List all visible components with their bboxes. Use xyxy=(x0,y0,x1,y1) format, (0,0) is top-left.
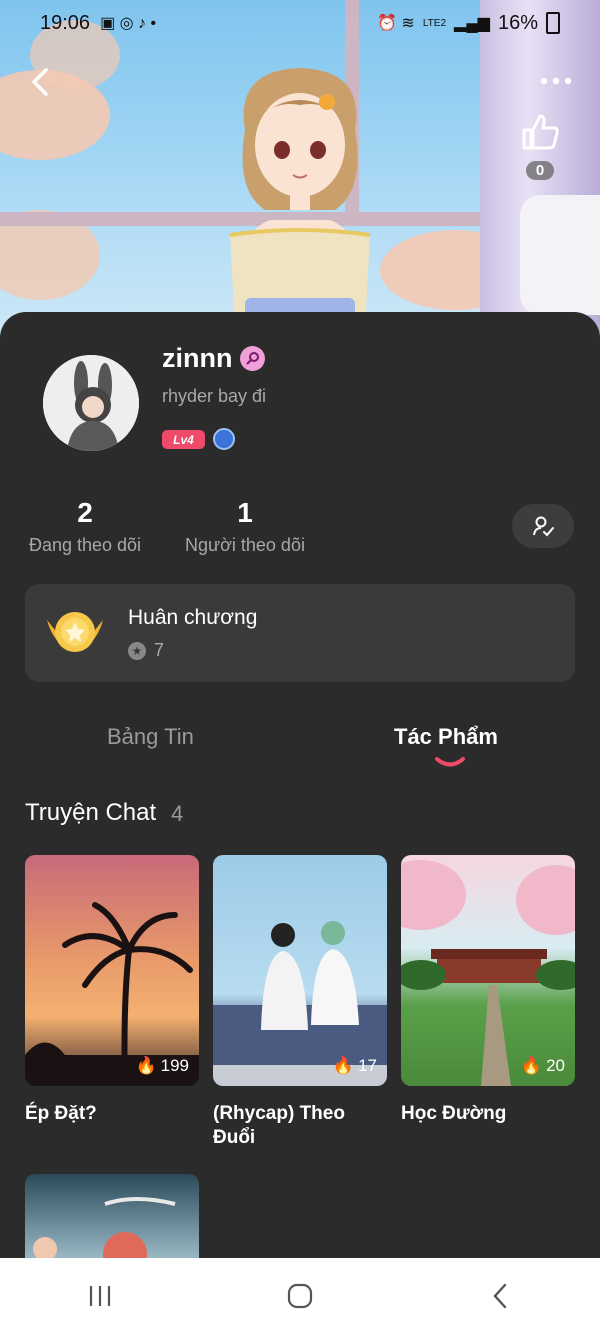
like-count: 0 xyxy=(525,161,555,180)
fire-icon: 🔥 xyxy=(520,1056,543,1075)
battery-icon xyxy=(546,12,560,34)
back-arrow-icon xyxy=(493,1283,507,1308)
story-thumbnail xyxy=(25,1174,199,1258)
section-count: 4 xyxy=(171,801,184,826)
section-title: Truyện Chat xyxy=(25,799,157,826)
story-view-count: 17 xyxy=(358,1056,377,1075)
alarm-wifi-icons: ⏰ ≋ xyxy=(377,15,415,32)
story-card[interactable]: 🔥 17 (Rhycap) Theo Đuổi xyxy=(213,855,387,1150)
followers-stat[interactable]: 1 Người theo dõi xyxy=(180,497,310,556)
notification-icons: ▣ ◎ ♪ • xyxy=(100,15,157,32)
story-thumbnail: 🔥 199 xyxy=(25,855,199,1086)
story-view-count: 199 xyxy=(160,1056,189,1075)
profile-name: zinnn xyxy=(162,343,233,373)
tab-works[interactable]: Tác Phẩm xyxy=(394,724,498,750)
story-title: Học Đường xyxy=(401,1103,507,1124)
medal-icon xyxy=(47,612,103,652)
star-icon: ★ xyxy=(128,641,146,660)
story-title: Ép Đặt? xyxy=(25,1103,97,1124)
story-title: (Rhycap) Theo Đuổi xyxy=(213,1103,345,1148)
followers-count: 1 xyxy=(237,497,253,528)
medal-count: 7 xyxy=(154,640,165,660)
status-right: ⏰ ≋ LTE2 ▂▄▆ 16% xyxy=(377,12,560,35)
follow-button[interactable] xyxy=(512,504,574,548)
level-badge[interactable]: Lv4 xyxy=(162,430,205,449)
school-scene-illustration xyxy=(401,860,575,1086)
following-stat[interactable]: 2 Đang theo dõi xyxy=(25,497,145,556)
story-view-count: 20 xyxy=(546,1056,565,1075)
poster-illustration xyxy=(33,1197,176,1258)
story-views: 🔥 20 xyxy=(521,1056,565,1076)
medal-title: Huân chương xyxy=(128,606,258,629)
profile-bio: rhyder bay đi xyxy=(162,386,267,406)
fire-icon: 🔥 xyxy=(332,1056,355,1075)
palm-tree-silhouette xyxy=(25,902,199,1086)
story-card[interactable]: 🔥 20 Học Đường xyxy=(401,855,575,1126)
followers-label: Người theo dõi xyxy=(185,535,305,555)
status-bar: 19:06 ▣ ◎ ♪ • ⏰ ≋ LTE2 ▂▄▆ 16% xyxy=(0,0,600,46)
story-card[interactable]: 🔥 199 Ép Đặt? xyxy=(25,855,199,1126)
sofa xyxy=(520,195,600,315)
home-button[interactable] xyxy=(270,1276,330,1316)
achievement-badge-icon[interactable] xyxy=(213,428,235,450)
avatar-image xyxy=(43,355,139,451)
signal-icon: ▂▄▆ xyxy=(454,15,490,32)
following-label: Đang theo dõi xyxy=(28,535,142,555)
recent-apps-icon xyxy=(89,1285,111,1306)
female-icon xyxy=(240,346,265,371)
more-icon[interactable] xyxy=(536,66,576,96)
avatar[interactable] xyxy=(43,355,139,451)
home-icon xyxy=(287,1283,313,1308)
story-views: 🔥 17 xyxy=(333,1056,377,1076)
status-time: 19:06 xyxy=(40,11,91,34)
story-views: 🔥 199 xyxy=(135,1056,189,1076)
network-label: LTE2 xyxy=(422,17,447,29)
duo-photo-illustration xyxy=(213,921,387,1086)
thumbs-up-icon xyxy=(522,114,559,150)
character-avatar-illustration xyxy=(229,68,371,330)
user-check-icon xyxy=(533,516,554,537)
tab-feed[interactable]: Bảng Tin xyxy=(107,724,194,750)
story-card[interactable] xyxy=(25,1174,199,1258)
medal-count-row: ★ 7 xyxy=(128,640,164,661)
battery-percent: 16% xyxy=(497,11,538,34)
recent-apps-button[interactable] xyxy=(70,1276,130,1316)
following-count: 2 xyxy=(77,497,93,528)
system-navigation-bar xyxy=(0,1258,600,1333)
story-thumbnail: 🔥 17 xyxy=(213,855,387,1086)
story-thumbnail: 🔥 20 xyxy=(401,855,575,1086)
medal-card[interactable] xyxy=(25,584,575,682)
tab-indicator xyxy=(435,757,465,767)
system-back-button[interactable] xyxy=(470,1276,530,1316)
fire-icon: 🔥 xyxy=(135,1056,157,1075)
back-icon[interactable] xyxy=(22,62,62,102)
profile-banner: 19:06 ▣ ◎ ♪ • ⏰ ≋ LTE2 ▂▄▆ 16% 0 xyxy=(0,0,600,340)
like-button[interactable]: 0 xyxy=(515,110,565,180)
